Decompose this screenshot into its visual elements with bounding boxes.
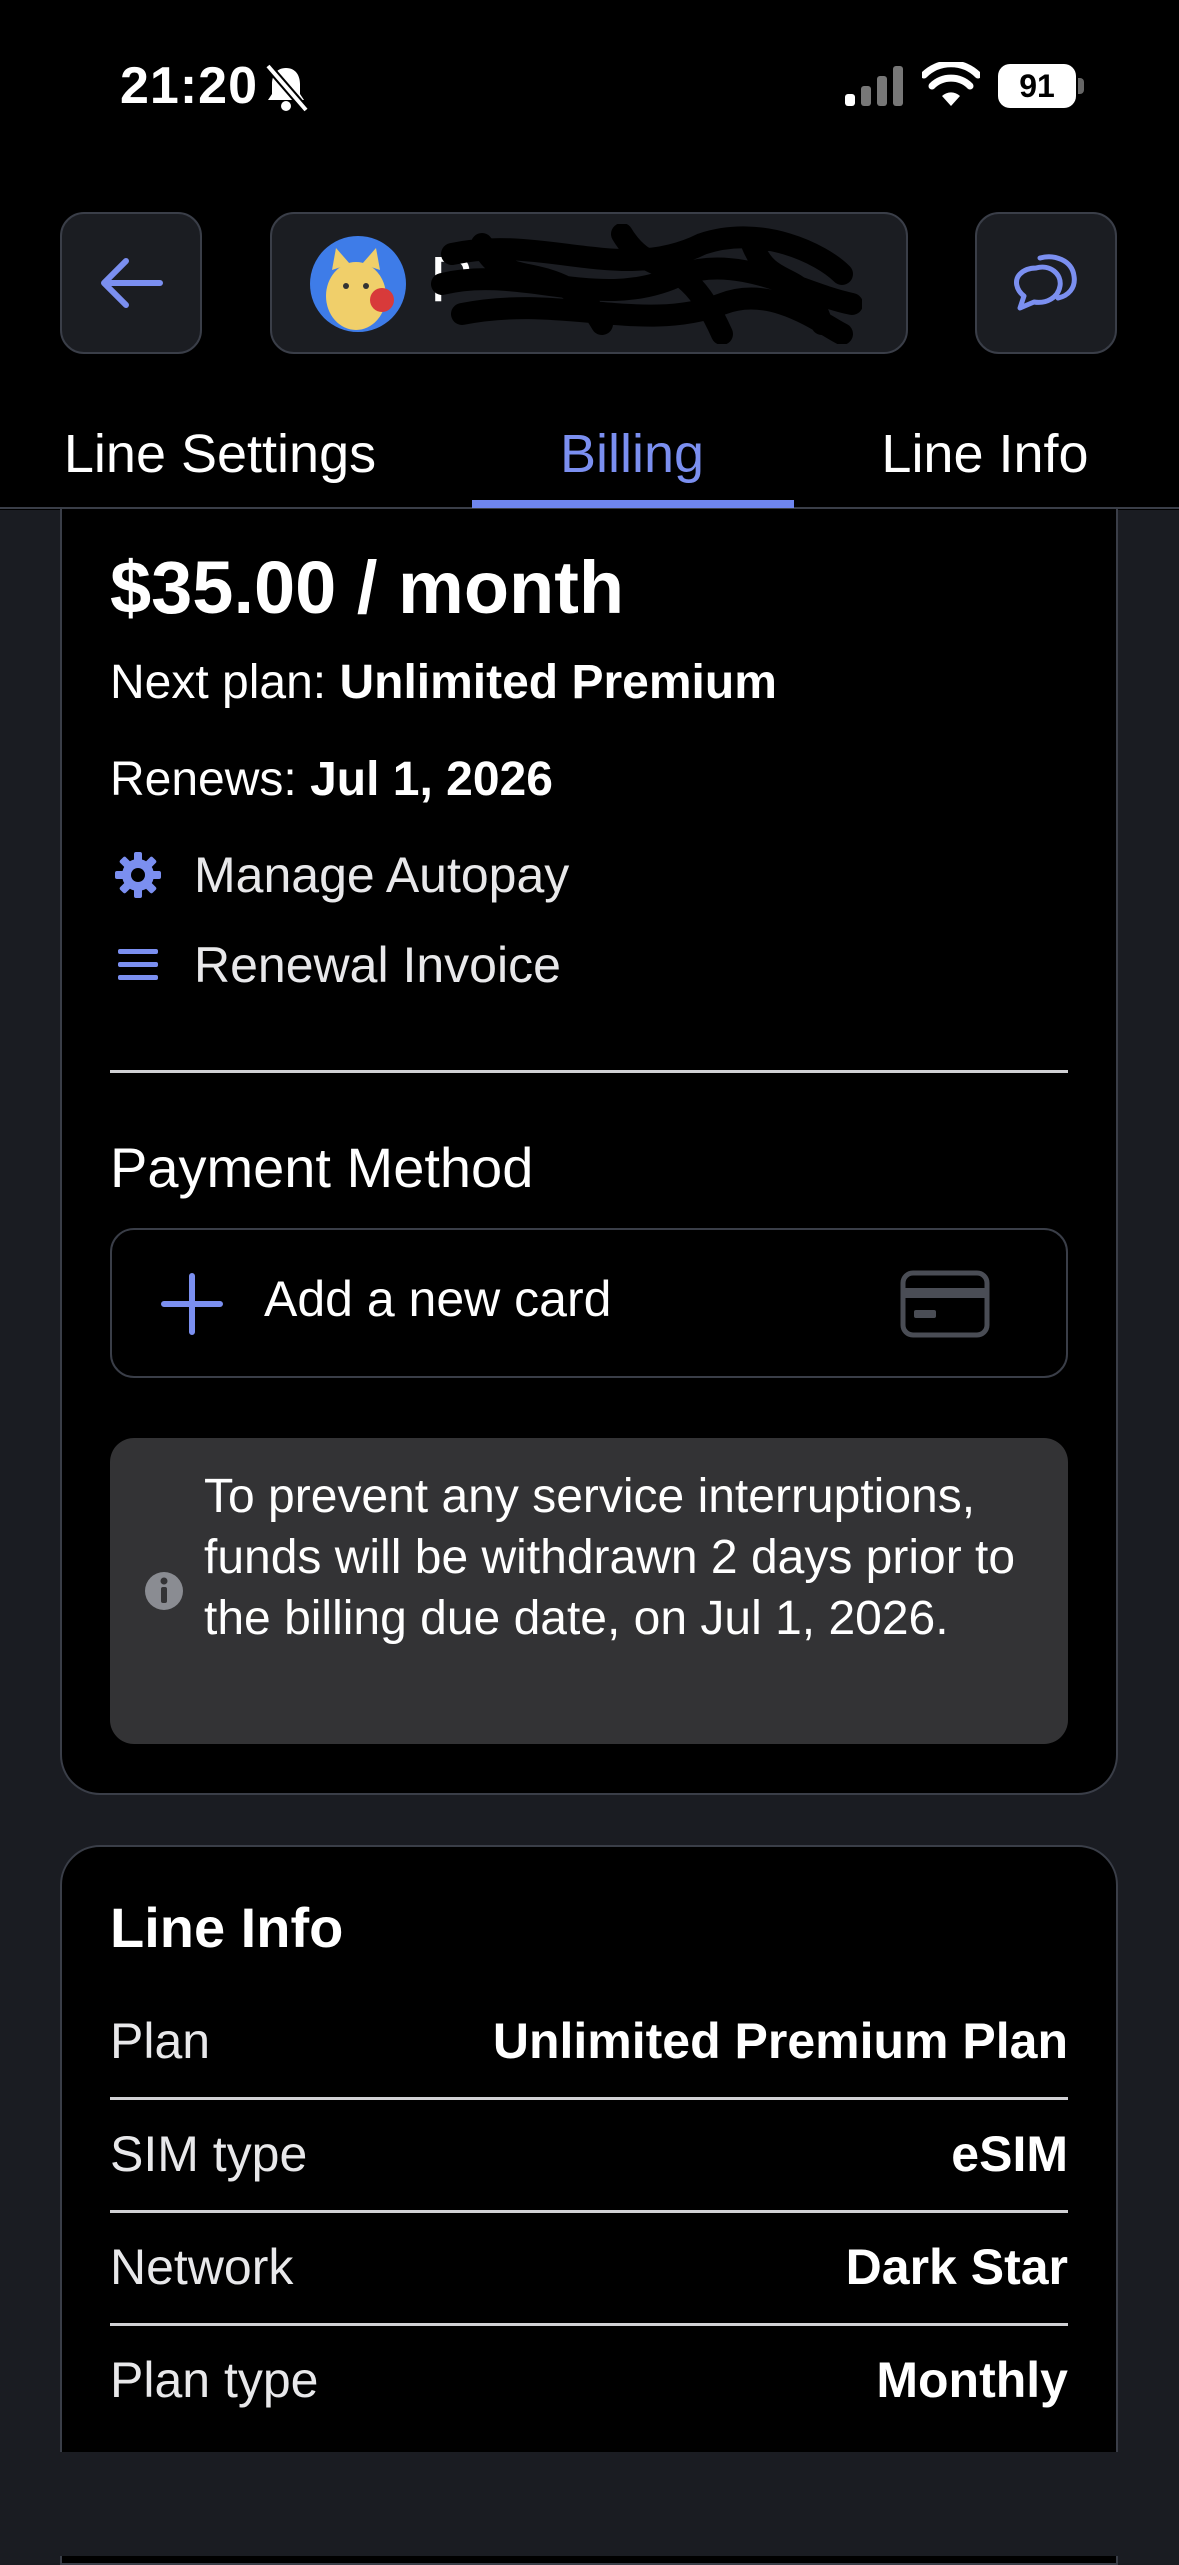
info-value: Monthly xyxy=(876,2352,1068,2408)
manage-autopay-link[interactable]: Manage Autopay xyxy=(110,840,569,910)
arrow-left-icon xyxy=(101,258,163,308)
next-plan-label: Next plan: xyxy=(110,656,340,709)
renewal-invoice-link[interactable]: Renewal Invoice xyxy=(110,930,561,1000)
battery-indicator: 91 xyxy=(998,64,1076,108)
row-divider xyxy=(110,2210,1068,2213)
chat-button[interactable] xyxy=(975,212,1117,354)
credit-card-icon xyxy=(900,1270,990,1338)
tab-bar-bg: Line Settings Billing Line Info xyxy=(0,400,1179,508)
section-divider xyxy=(110,1070,1068,1073)
info-key: SIM type xyxy=(110,2126,308,2182)
info-value: Unlimited Premium Plan xyxy=(492,2013,1068,2069)
next-plan-value: Unlimited Premium xyxy=(339,656,777,709)
plus-icon xyxy=(161,1273,223,1335)
info-icon xyxy=(145,1572,183,1610)
plan-price: $35.00 / month xyxy=(110,546,625,629)
bell-muted-icon xyxy=(264,63,310,113)
renewal-invoice-label: Renewal Invoice xyxy=(194,937,561,993)
redaction-scribble xyxy=(431,224,862,344)
info-value: Dark Star xyxy=(845,2239,1068,2295)
account-selector[interactable]: P xyxy=(270,212,908,354)
chat-bubbles-icon xyxy=(1014,254,1077,311)
row-divider xyxy=(110,2323,1068,2326)
active-tab-indicator xyxy=(472,500,794,508)
wifi-icon xyxy=(922,62,980,106)
list-icon xyxy=(110,937,166,993)
next-plan: Next plan: Unlimited Premium xyxy=(110,655,777,710)
notice-text: To prevent any service interruptions, fu… xyxy=(204,1470,1016,1645)
info-row-sim-type: SIM type eSIM xyxy=(110,2103,1068,2213)
info-row-plan-type: Plan type Monthly xyxy=(110,2329,1068,2439)
info-key: Plan xyxy=(110,2013,211,2069)
status-time: 21:20 xyxy=(120,57,258,115)
add-card-label: Add a new card xyxy=(264,1271,612,1327)
back-button[interactable] xyxy=(60,212,202,354)
cellular-signal-icon xyxy=(845,66,903,106)
info-row-network: Network Dark Star xyxy=(110,2216,1068,2326)
add-card-button[interactable]: Add a new card xyxy=(110,1228,1068,1378)
payment-method-title: Payment Method xyxy=(110,1136,534,1199)
battery-nub xyxy=(1078,78,1084,94)
tab-line-info[interactable]: Line Info xyxy=(850,400,1120,508)
manage-autopay-label: Manage Autopay xyxy=(194,847,570,903)
tab-billing[interactable]: Billing xyxy=(472,400,792,508)
autopay-notice: To prevent any service interruptions, fu… xyxy=(110,1438,1068,1744)
info-row-plan: Plan Unlimited Premium Plan xyxy=(110,1990,1068,2100)
renews-label: Renews: xyxy=(110,753,311,806)
renews-value: Jul 1, 2026 xyxy=(310,753,553,806)
avatar xyxy=(310,236,406,332)
renewal-date: Renews: Jul 1, 2026 xyxy=(110,752,553,807)
row-divider xyxy=(110,2097,1068,2100)
info-value: eSIM xyxy=(951,2126,1068,2182)
line-info-title: Line Info xyxy=(110,1896,344,1959)
tab-line-settings[interactable]: Line Settings xyxy=(30,400,410,508)
status-bar: 21:20 91 xyxy=(0,0,1179,180)
gear-icon xyxy=(110,847,166,903)
info-key: Network xyxy=(110,2239,294,2295)
bottom-area xyxy=(0,2452,1179,2556)
info-key: Plan type xyxy=(110,2352,319,2408)
